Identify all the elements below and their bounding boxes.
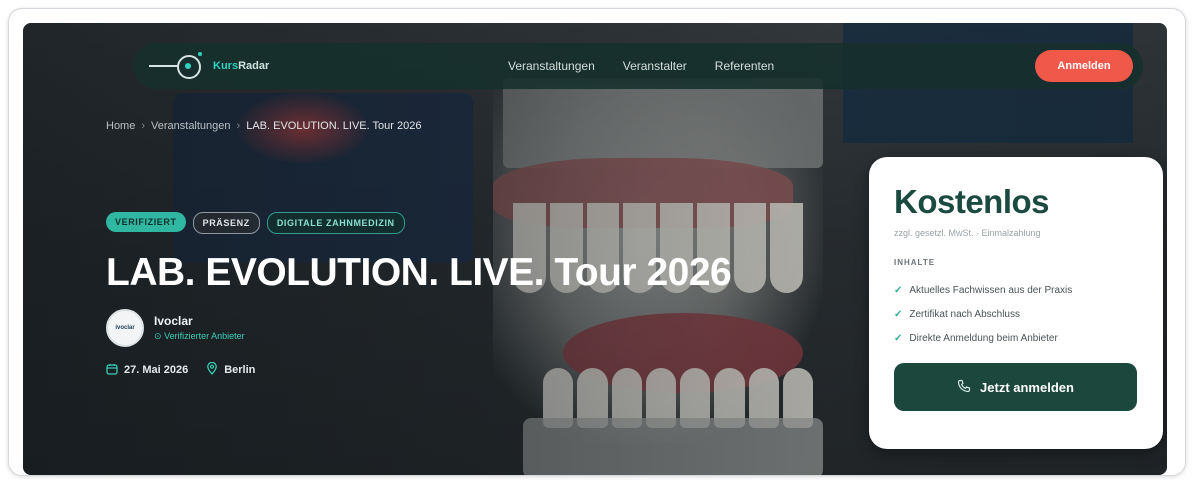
list-item: ✓ Zertifikat nach Abschluss [894,302,1072,326]
nav-links: Veranstaltungen Veranstalter Referenten [508,43,774,89]
list-item: ✓ Aktuelles Fachwissen aus der Praxis [894,278,1072,302]
feature-list: ✓ Aktuelles Fachwissen aus der Praxis ✓ Ze… [894,278,1072,350]
organizer-block: ivoclar Ivoclar ⊙ Verifizierter Anbieter [106,309,245,347]
contents-heading: INHALTE [894,258,936,267]
event-location: Berlin [206,361,256,378]
top-navbar: KursRadar Veranstaltungen Veranstalter R… [133,43,1143,89]
event-date: 27. Mai 2026 [106,362,188,378]
organizer-info: Ivoclar ⊙ Verifizierter Anbieter [154,314,245,342]
location-pin-icon [206,361,218,378]
browser-frame: KursRadar Veranstaltungen Veranstalter R… [8,8,1186,476]
event-location-text: Berlin [224,364,256,376]
nav-link-referenten[interactable]: Referenten [715,59,774,73]
breadcrumb-separator: › [141,120,146,132]
feature-text: Aktuelles Fachwissen aus der Praxis [909,284,1073,296]
radar-logo-icon [149,50,211,82]
breadcrumb-events[interactable]: Veranstaltungen [151,120,231,132]
list-item: ✓ Direkte Anmeldung beim Anbieter [894,326,1072,350]
check-icon: ✓ [894,284,903,296]
phone-icon [957,379,971,396]
badge-verified: VERIFIZIERT [106,212,186,232]
event-title: LAB. EVOLUTION. LIVE. Tour 2026 [106,251,732,294]
calendar-icon [106,363,118,378]
kursradar-logo[interactable]: KursRadar [149,50,269,82]
breadcrumb-home[interactable]: Home [106,120,135,132]
price-label: Kostenlos [894,183,1050,220]
organizer-avatar[interactable]: ivoclar [106,309,144,347]
breadcrumb: Home › Veranstaltungen › LAB. EVOLUTION.… [106,120,421,132]
breadcrumb-current: LAB. EVOLUTION. LIVE. Tour 2026 [246,120,422,132]
logo-wordmark: KursRadar [213,60,269,72]
badge-category: DIGITALE ZAHNMEDIZIN [266,212,405,234]
event-badges: VERIFIZIERT PRÄSENZ DIGITALE ZAHNMEDIZIN [106,212,405,234]
verified-badge-icon: ⊙ [154,331,162,341]
organizer-verified-label: Verifizierter Anbieter [164,331,245,341]
event-meta: 27. Mai 2026 Berlin [106,361,256,378]
feature-text: Zertifikat nach Abschluss [909,308,1020,320]
register-now-button[interactable]: Jetzt anmelden [894,363,1137,411]
organizer-name[interactable]: Ivoclar [154,314,245,328]
check-icon: ✓ [894,308,903,320]
organizer-verified: ⊙ Verifizierter Anbieter [154,331,245,342]
event-date-text: 27. Mai 2026 [124,364,189,376]
nav-link-veranstaltungen[interactable]: Veranstaltungen [508,59,595,73]
logo-wordmark-part1: Kurs [213,60,239,72]
hero-section: KursRadar Veranstaltungen Veranstalter R… [23,23,1167,475]
registration-card: Kostenlos zzgl. gesetzl. MwSt. · Einmalz… [869,157,1163,449]
check-icon: ✓ [894,332,903,344]
nav-link-veranstalter[interactable]: Veranstalter [623,59,687,73]
register-now-label: Jetzt anmelden [980,379,1074,395]
vat-note: zzgl. gesetzl. MwSt. · Einmalzahlung [894,228,1041,238]
badge-presence: PRÄSENZ [192,212,260,234]
logo-wordmark-part2: Radar [238,60,270,72]
breadcrumb-separator: › [236,120,241,132]
login-button[interactable]: Anmelden [1035,50,1133,82]
feature-text: Direkte Anmeldung beim Anbieter [909,332,1058,344]
